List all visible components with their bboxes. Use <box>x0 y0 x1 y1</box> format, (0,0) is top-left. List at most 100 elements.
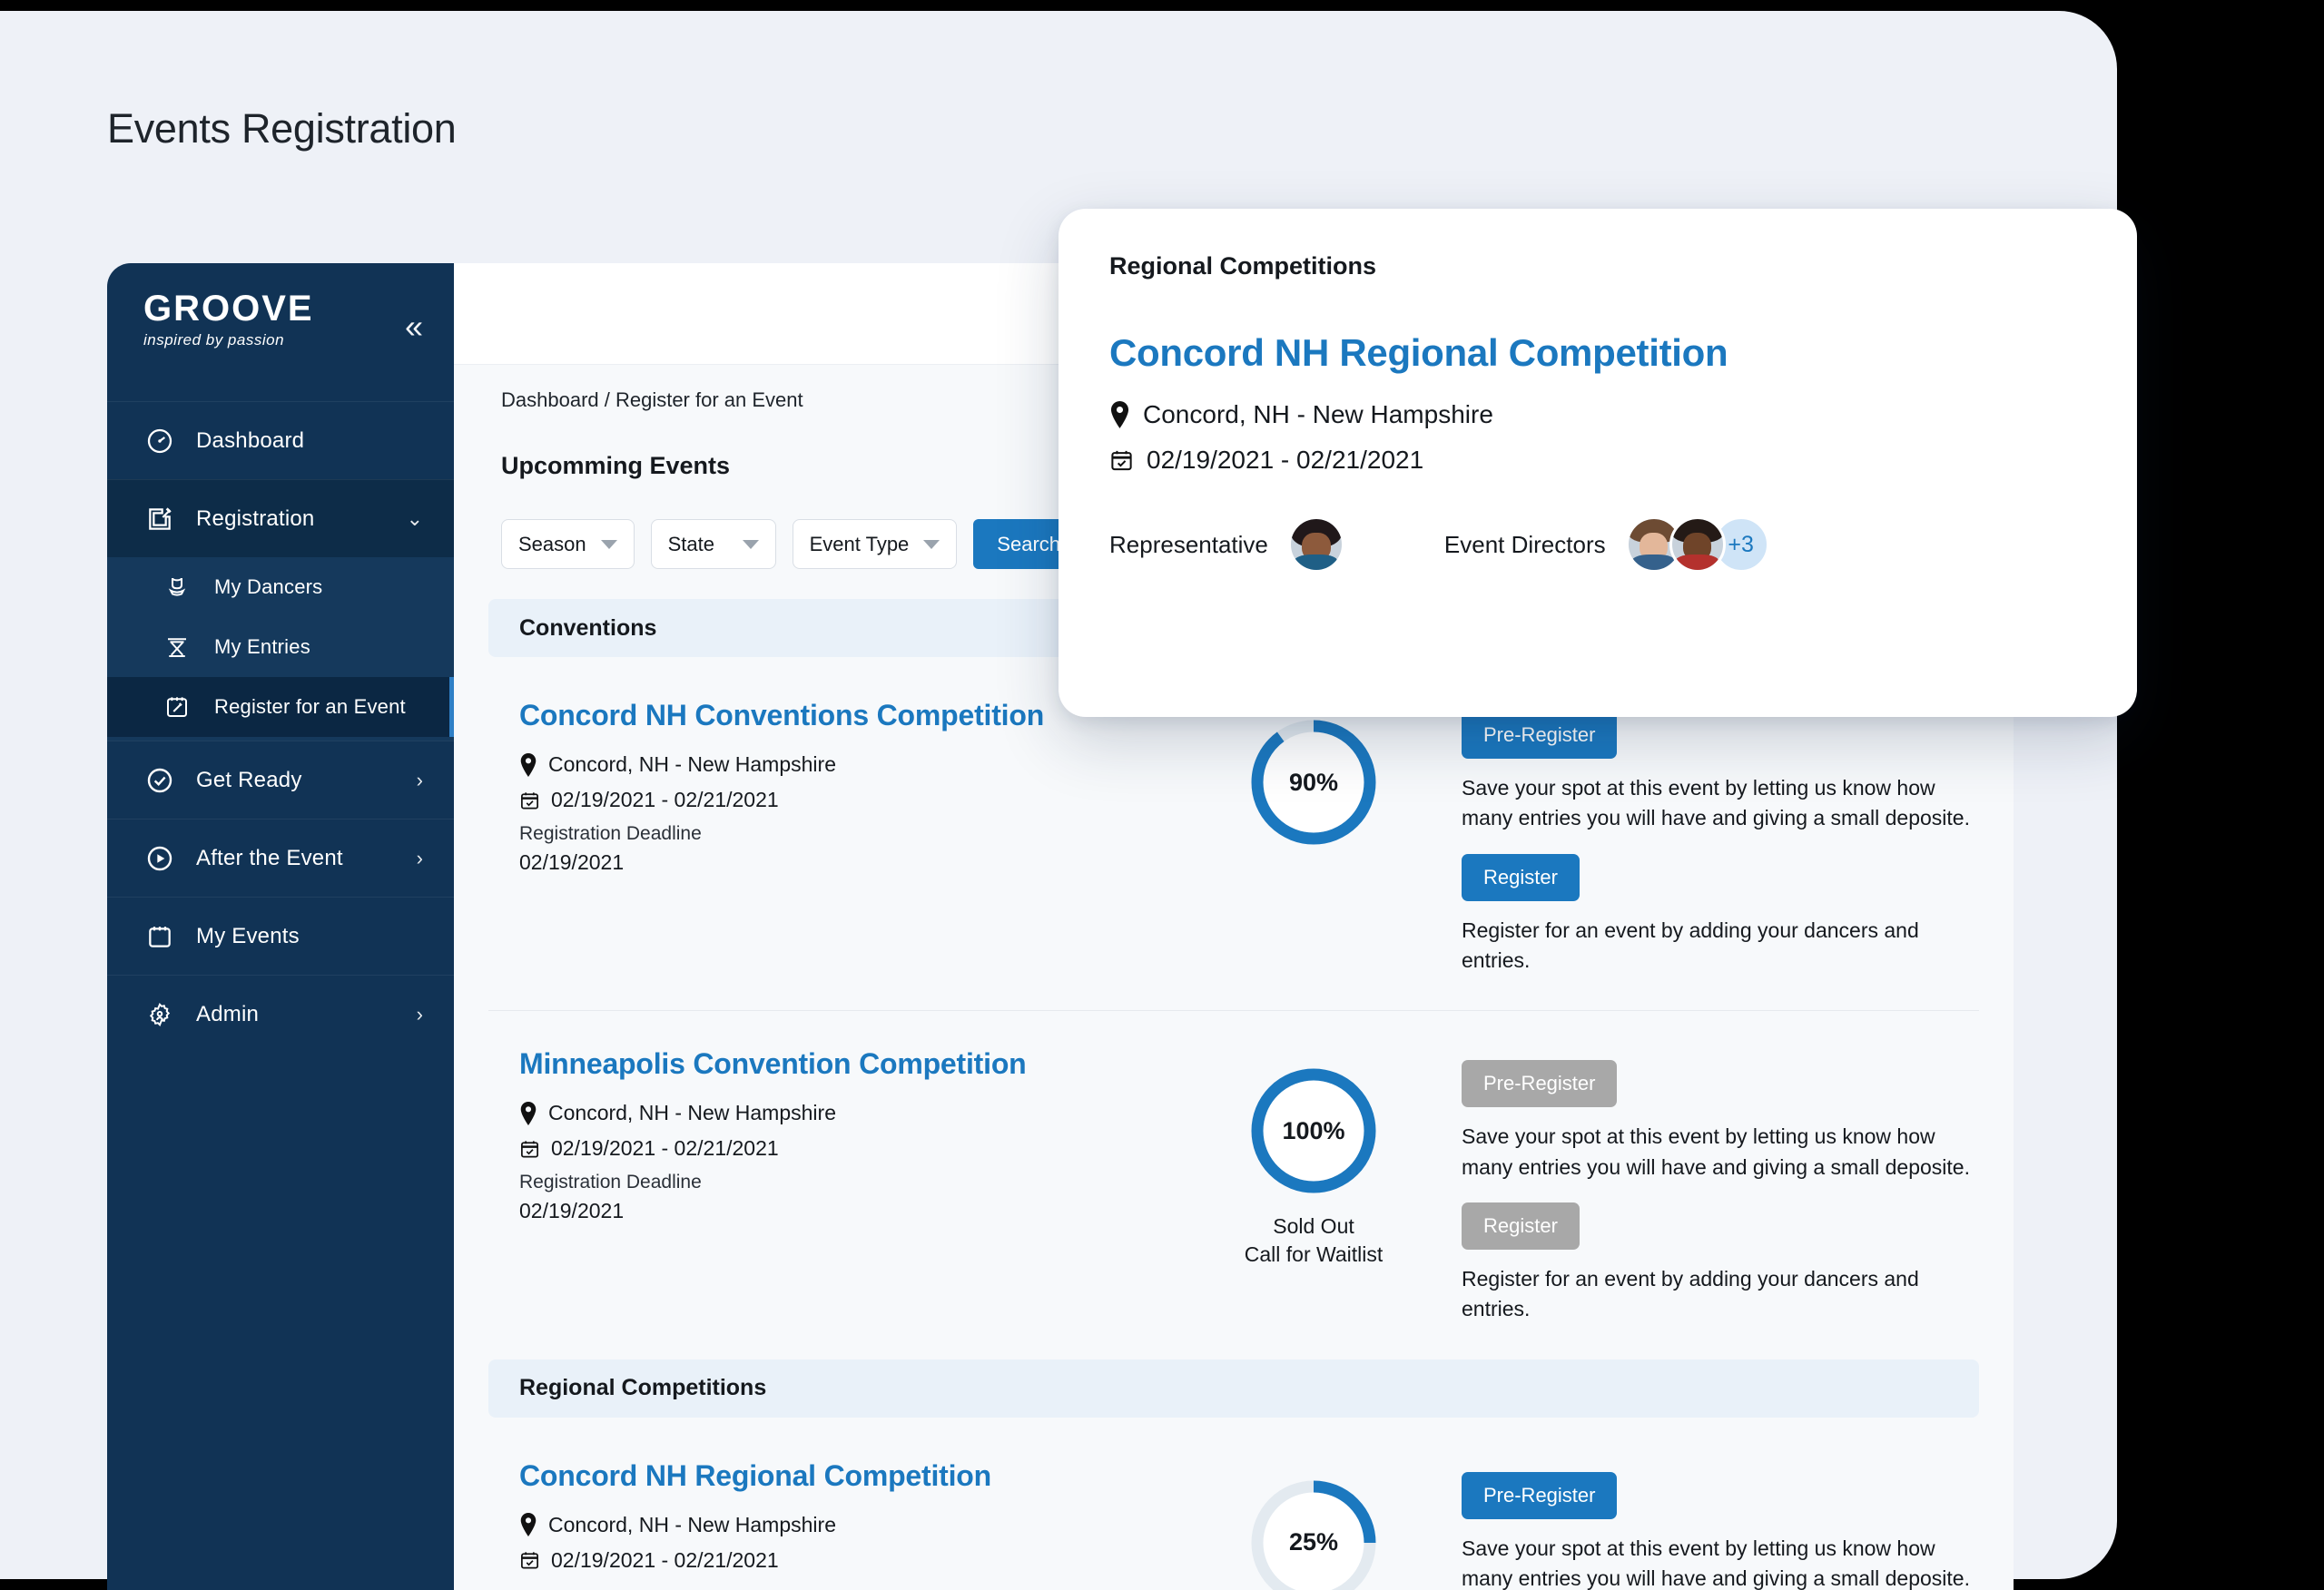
chevron-down-icon: ⌄ <box>406 506 423 530</box>
event-actions: Pre-Register Save your spot at this even… <box>1418 699 1979 976</box>
event-detail-overlay-card: Regional Competitions Concord NH Regiona… <box>1059 209 2137 717</box>
registration-deadline-date: 02/19/2021 <box>519 1199 625 1223</box>
chevron-down-icon <box>742 539 759 549</box>
capacity-note: Sold Out Call for Waitlist <box>1244 1214 1384 1267</box>
overlay-people-row: Representative Event Directors +3 <box>1109 516 2086 573</box>
capacity-ring: 25% <box>1209 1459 1418 1590</box>
event-row: Minneapolis Convention Competition Conco… <box>488 1011 1979 1359</box>
overlay-dates-text: 02/19/2021 - 02/21/2021 <box>1147 446 1424 474</box>
sidebar-item-registration[interactable]: Registration ⌄ <box>107 479 454 557</box>
event-row: Concord NH Regional Competition Concord,… <box>488 1423 1979 1590</box>
event-type-filter-label: Event Type <box>809 532 910 555</box>
calendar-check-icon <box>521 1552 538 1569</box>
sidebar-item-label: After the Event <box>196 845 343 870</box>
season-filter-label: Season <box>518 532 586 555</box>
overlay-location: Concord, NH - New Hampshire <box>1109 400 2086 429</box>
sidebar-item-label: My Events <box>196 923 300 948</box>
capacity-ring: 100% Sold Out Call for Waitlist <box>1209 1047 1418 1269</box>
sidebar-item-my-events[interactable]: My Events <box>107 897 454 975</box>
section-title: Upcomming Events <box>501 452 731 479</box>
event-location: Concord, NH - New Hampshire <box>519 1513 1209 1537</box>
event-dates: 02/19/2021 - 02/21/2021 <box>519 1136 1209 1161</box>
register-button[interactable]: Register <box>1462 1202 1580 1251</box>
pre-register-button[interactable]: Pre-Register <box>1462 1471 1618 1519</box>
pre-register-button[interactable]: Pre-Register <box>1462 712 1618 759</box>
edit-square-icon <box>145 505 183 534</box>
location-pin-icon <box>1110 401 1129 428</box>
event-directors-group: Event Directors +3 <box>1444 516 1769 573</box>
pre-register-description: Save your spot at this event by letting … <box>1462 1536 1970 1590</box>
sidebar-item-dashboard[interactable]: Dashboard <box>107 401 454 479</box>
calendar-check-icon <box>521 791 538 809</box>
group-header-regional-competitions: Regional Competitions <box>488 1359 1979 1418</box>
capacity-ring: 90% <box>1209 699 1418 864</box>
register-description: Register for an event by adding your dan… <box>1462 918 1919 973</box>
entry-table-icon <box>163 633 202 661</box>
progress-value: 25% <box>1288 1528 1339 1556</box>
state-filter-label: State <box>667 532 714 555</box>
sidebar-item-get-ready[interactable]: Get Ready › <box>107 741 454 819</box>
sidebar-item-register-for-an-event[interactable]: Register for an Event <box>107 677 454 737</box>
representative-group: Representative <box>1109 516 1344 573</box>
progress-value: 90% <box>1288 768 1339 796</box>
event-dates-text: 02/19/2021 - 02/21/2021 <box>551 788 779 811</box>
sidebar-item-label: Dashboard <box>196 427 305 453</box>
sidebar-item-my-entries[interactable]: My Entries <box>107 617 454 677</box>
event-type-filter[interactable]: Event Type <box>792 519 958 569</box>
check-circle-icon <box>145 766 183 795</box>
event-info: Concord NH Regional Competition Concord,… <box>519 1459 1209 1584</box>
event-name-link[interactable]: Minneapolis Convention Competition <box>519 1047 1209 1081</box>
event-location: Concord, NH - New Hampshire <box>519 752 1209 777</box>
avatar[interactable] <box>1669 516 1726 573</box>
overlay-event-title[interactable]: Concord NH Regional Competition <box>1109 331 2086 375</box>
event-info: Concord NH Conventions Competition Conco… <box>519 699 1209 875</box>
sidebar: GROOVE inspired by passion « Dashboard R… <box>107 263 454 1590</box>
location-pin-icon <box>520 1513 537 1537</box>
calendar-check-icon <box>1111 450 1132 471</box>
calendar-edit-icon <box>163 693 202 721</box>
registration-deadline-label: Registration Deadline <box>519 1172 702 1193</box>
sidebar-item-after-the-event[interactable]: After the Event › <box>107 819 454 897</box>
event-actions: Pre-Register Save your spot at this even… <box>1418 1047 1979 1324</box>
event-dates: 02/19/2021 - 02/21/2021 <box>519 788 1209 812</box>
event-dates-text: 02/19/2021 - 02/21/2021 <box>551 1547 779 1572</box>
events-list: Conventions Concord NH Conventions Compe… <box>488 599 1979 1590</box>
sidebar-item-admin[interactable]: Admin › <box>107 975 454 1053</box>
sidebar-item-label: Registration <box>196 505 315 531</box>
calendar-icon <box>145 922 183 951</box>
sidebar-subgroup-registration: My Dancers My Entries Register for an Ev… <box>107 557 454 741</box>
event-name-link[interactable]: Concord NH Regional Competition <box>519 1459 1209 1493</box>
brand-name: GROOVE <box>143 289 314 329</box>
sidebar-item-label: My Dancers <box>214 575 323 598</box>
collapse-sidebar-icon[interactable]: « <box>405 310 423 343</box>
breadcrumb[interactable]: Dashboard / Register for an Event <box>501 388 803 412</box>
event-location-text: Concord, NH - New Hampshire <box>548 1512 836 1536</box>
event-directors-avatars: +3 <box>1625 516 1769 573</box>
pre-register-description: Save your spot at this event by letting … <box>1462 1124 1970 1179</box>
register-button[interactable]: Register <box>1462 853 1580 901</box>
panel-corner <box>0 11 109 120</box>
season-filter[interactable]: Season <box>501 519 635 569</box>
page-panel: Events Registration GROOVE inspired by p… <box>0 11 2137 1590</box>
register-description: Register for an event by adding your dan… <box>1462 1267 1919 1321</box>
overlay-location-text: Concord, NH - New Hampshire <box>1143 400 1493 428</box>
chevron-right-icon: › <box>416 1002 423 1026</box>
progress-ring: 100% <box>1246 1064 1381 1198</box>
brand-tagline: inspired by passion <box>143 331 285 348</box>
sidebar-item-label: Register for an Event <box>214 695 406 718</box>
sidebar-item-my-dancers[interactable]: My Dancers <box>107 557 454 617</box>
chevron-right-icon: › <box>416 846 423 869</box>
registration-deadline-label: Registration Deadline <box>519 823 702 844</box>
overlay-group-label: Regional Competitions <box>1109 252 1377 280</box>
event-dates: 02/19/2021 - 02/21/2021 <box>519 1548 1209 1573</box>
chevron-down-icon <box>600 539 617 549</box>
pre-register-description: Save your spot at this event by letting … <box>1462 776 1970 830</box>
avatar[interactable] <box>1287 516 1344 573</box>
gear-user-icon <box>145 1000 183 1029</box>
state-filter[interactable]: State <box>650 519 776 569</box>
play-circle-icon <box>145 844 183 873</box>
event-location-text: Concord, NH - New Hampshire <box>548 752 836 776</box>
representative-label: Representative <box>1109 530 1268 558</box>
speedometer-icon <box>145 427 183 456</box>
pre-register-button[interactable]: Pre-Register <box>1462 1060 1618 1108</box>
